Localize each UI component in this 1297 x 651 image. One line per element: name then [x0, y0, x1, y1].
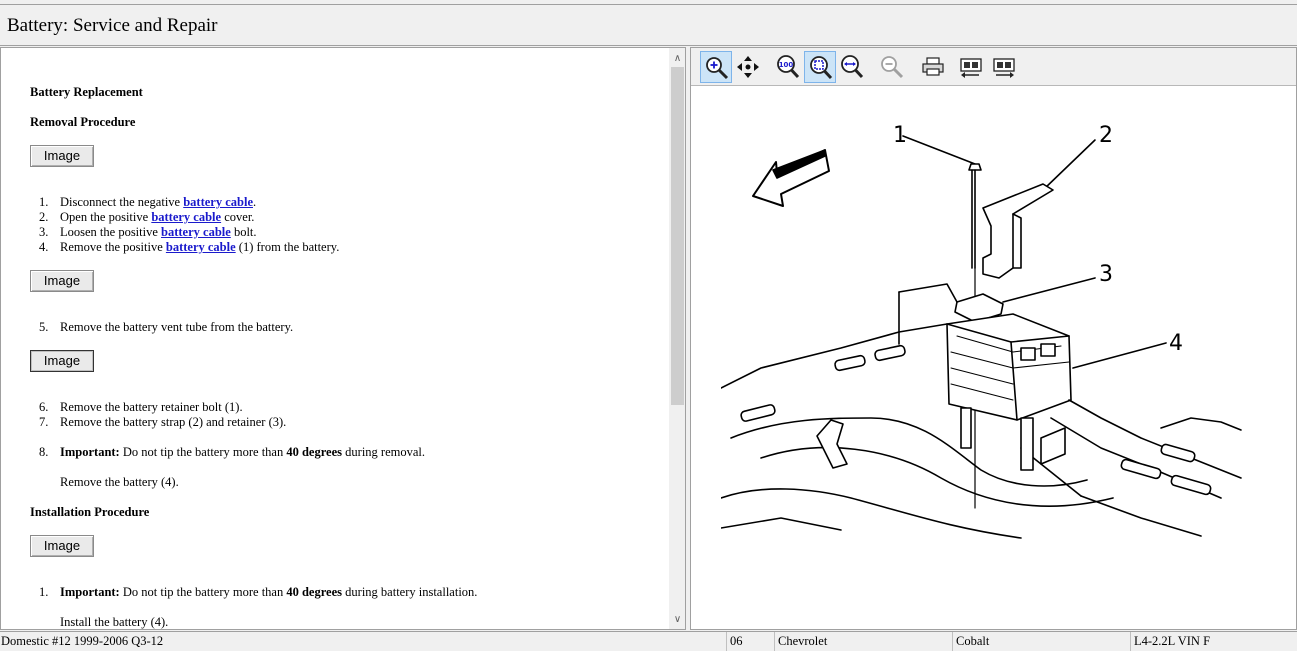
callout-1: 1 — [893, 123, 907, 148]
document-content: Battery Replacement Removal Procedure Im… — [1, 48, 669, 629]
image-button-4[interactable]: Image — [30, 535, 94, 557]
zoom-fit-icon — [810, 56, 833, 80]
print-icon — [922, 57, 944, 76]
install-step-1-action: Install the battery (4). — [60, 615, 169, 629]
removal-step-8: 8. Important: Do not tip the battery more… — [39, 445, 425, 459]
pan-icon — [737, 56, 759, 78]
battery-diagram: 1 2 3 4 — [721, 123, 1242, 539]
callout-2: 2 — [1099, 123, 1113, 148]
image-toolbar: 100 — [691, 48, 1296, 86]
image-button-2[interactable]: Image — [30, 270, 94, 292]
heading-installation-procedure: Installation Procedure — [30, 505, 150, 519]
front-arrow-icon — [752, 149, 830, 207]
zoom-out-icon — [881, 56, 904, 79]
zoom-out-button[interactable] — [876, 51, 908, 83]
zoom-width-button[interactable] — [836, 51, 868, 83]
removal-step-2: 2. Open the positive battery cable cover. — [39, 210, 255, 224]
status-make: Chevrolet — [774, 632, 952, 651]
zoom-in-icon — [706, 57, 729, 80]
zoom-100-icon: 100 — [777, 55, 800, 79]
install-step-1: 1. Important: Do not tip the battery more… — [39, 585, 478, 599]
prev-image-icon — [960, 58, 982, 78]
window-title: Battery: Service and Repair — [7, 15, 218, 36]
image-button-1[interactable]: Image — [30, 145, 94, 167]
print-button[interactable] — [917, 51, 949, 83]
removal-step-8-action: Remove the battery (4). — [60, 475, 179, 489]
removal-step-5: 5. Remove the battery vent tube from the … — [39, 320, 294, 334]
zoom-fit-button[interactable] — [804, 51, 836, 83]
removal-step-7: 7. Remove the battery strap (2) and retai… — [39, 415, 287, 429]
battery-cable-link[interactable]: battery cable — [151, 210, 221, 224]
removal-step-1: 1. Disconnect the negative battery cable. — [39, 195, 257, 209]
status-year: 06 — [726, 632, 774, 651]
zoom-in-button[interactable] — [700, 51, 732, 83]
svg-text:100: 100 — [779, 61, 794, 69]
heading-removal-procedure: Removal Procedure — [30, 115, 136, 129]
callout-4: 4 — [1169, 331, 1183, 356]
status-model: Cobalt — [952, 632, 1130, 651]
status-bar: Domestic #12 1999-2006 Q3-12 06 Chevrole… — [0, 631, 1297, 651]
heading-battery-replacement: Battery Replacement — [30, 85, 143, 99]
prev-image-button[interactable] — [955, 51, 987, 83]
image-viewer-pane: 100 1 2 3 4 — [690, 47, 1297, 630]
scrollbar-thumb[interactable] — [671, 67, 684, 405]
battery-cable-link[interactable]: battery cable — [161, 225, 231, 239]
zoom-width-icon — [841, 55, 864, 79]
vertical-scrollbar[interactable]: ∧ ∨ — [669, 48, 685, 629]
pan-button[interactable] — [732, 51, 764, 83]
next-image-icon — [993, 58, 1015, 78]
removal-step-3: 3. Loosen the positive battery cable bolt… — [39, 225, 257, 239]
document-pane[interactable]: Battery Replacement Removal Procedure Im… — [0, 47, 686, 630]
removal-step-6: 6. Remove the battery retainer bolt (1). — [39, 400, 243, 414]
removal-step-4: 4. Remove the positive battery cable (1) … — [39, 240, 340, 254]
image-button-3[interactable]: Image — [30, 350, 94, 372]
scroll-up-icon[interactable]: ∧ — [669, 50, 685, 67]
zoom-100-button[interactable]: 100 — [772, 51, 804, 83]
battery-cable-link[interactable]: battery cable — [166, 240, 236, 254]
status-database: Domestic #12 1999-2006 Q3-12 — [1, 634, 164, 648]
callout-3: 3 — [1099, 262, 1113, 287]
next-image-button[interactable] — [988, 51, 1020, 83]
battery-cable-link[interactable]: battery cable — [183, 195, 253, 209]
title-bar: Battery: Service and Repair — [0, 4, 1297, 46]
scroll-down-icon[interactable]: ∨ — [669, 611, 685, 628]
status-engine: L4-2.2L VIN F — [1130, 632, 1297, 651]
